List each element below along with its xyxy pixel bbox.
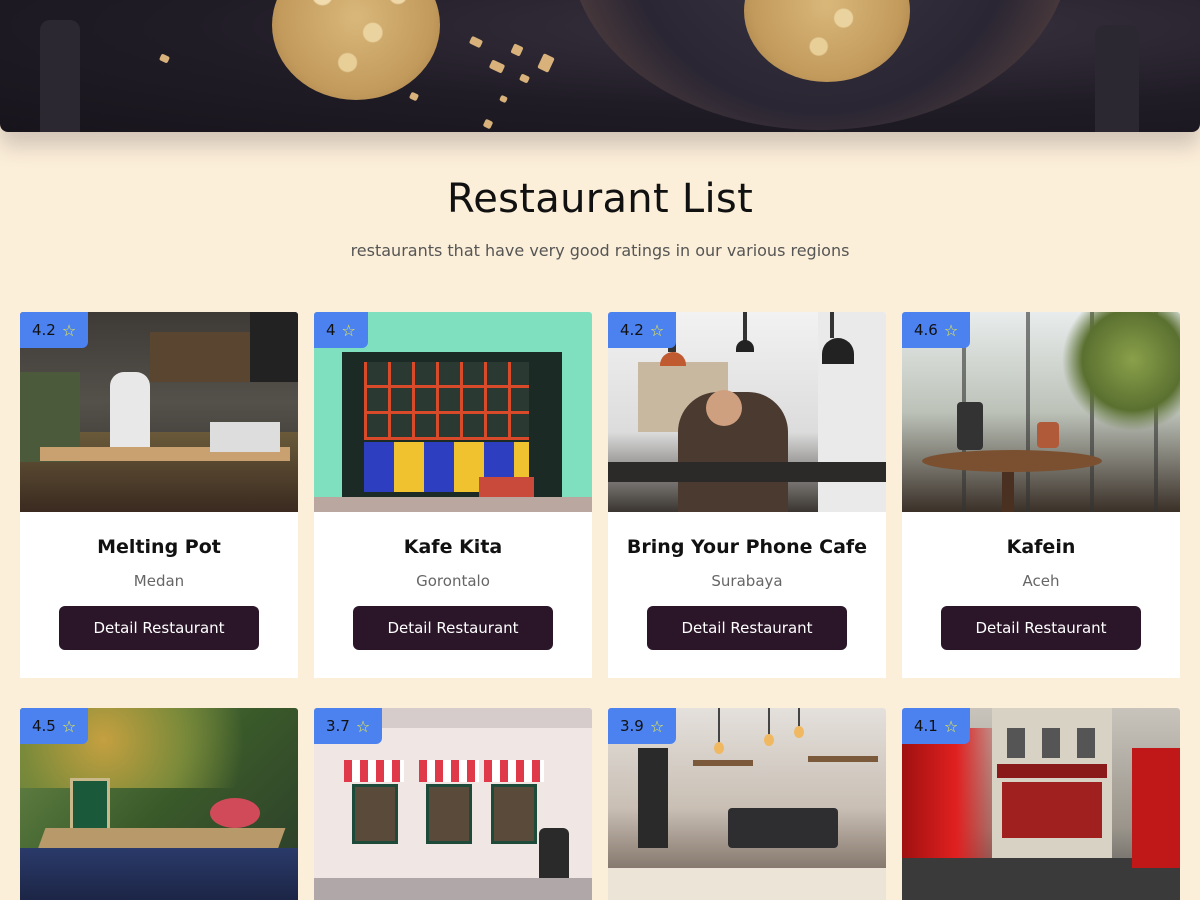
rating-value: 4.6 <box>914 321 938 339</box>
restaurant-image: 4.2 ☆ <box>20 312 298 512</box>
restaurant-card: 4.1 ☆ <box>902 708 1180 900</box>
restaurant-name: Melting Pot <box>97 536 221 558</box>
rating-value: 3.7 <box>326 717 350 735</box>
detail-restaurant-button[interactable]: Detail Restaurant <box>353 606 553 650</box>
rating-badge: 3.7 ☆ <box>314 708 383 744</box>
restaurant-image: 4.5 ☆ <box>20 708 298 900</box>
restaurant-card: 3.7 ☆ <box>314 708 592 900</box>
restaurant-card: 4.6 ☆ Kafein Aceh Detail Restaurant <box>902 312 1180 678</box>
rating-badge: 4.2 ☆ <box>20 312 89 348</box>
rating-badge: 4 ☆ <box>314 312 368 348</box>
rating-value: 4.2 <box>620 321 644 339</box>
detail-restaurant-button[interactable]: Detail Restaurant <box>647 606 847 650</box>
star-icon: ☆ <box>61 716 77 736</box>
star-icon: ☆ <box>61 320 77 340</box>
rating-badge: 3.9 ☆ <box>608 708 677 744</box>
restaurant-image: 4.1 ☆ <box>902 708 1180 900</box>
rating-value: 4 <box>326 321 336 339</box>
star-icon: ☆ <box>943 320 959 340</box>
restaurant-name: Kafe Kita <box>403 536 503 558</box>
star-icon: ☆ <box>341 320 356 340</box>
restaurant-city: Aceh <box>1022 572 1060 590</box>
rating-badge: 4.2 ☆ <box>608 312 677 348</box>
restaurant-image: 3.9 ☆ <box>608 708 886 900</box>
restaurant-card: 4.2 ☆ Melting Pot Medan Detail Restauran… <box>20 312 298 678</box>
hero-banner <box>0 0 1200 132</box>
restaurant-card: 4.2 ☆ Bring Your Phone Cafe Surabaya Det… <box>608 312 886 678</box>
restaurant-city: Surabaya <box>711 572 783 590</box>
page-subtitle: restaurants that have very good ratings … <box>350 241 850 260</box>
star-icon: ☆ <box>649 716 665 736</box>
restaurant-image: 4 ☆ <box>314 312 592 512</box>
restaurant-image: 4.6 ☆ <box>902 312 1180 512</box>
restaurant-name: Bring Your Phone Cafe <box>626 536 868 558</box>
restaurant-card: 4.5 ☆ <box>20 708 298 900</box>
restaurant-card: 3.9 ☆ <box>608 708 886 900</box>
restaurant-card: 4 ☆ Kafe Kita Gorontalo Detail Restauran… <box>314 312 592 678</box>
restaurant-city: Medan <box>133 572 185 590</box>
rating-value: 4.1 <box>914 717 938 735</box>
detail-restaurant-button[interactable]: Detail Restaurant <box>59 606 259 650</box>
restaurant-name: Kafein <box>1006 536 1076 558</box>
restaurant-image: 4.2 ☆ <box>608 312 886 512</box>
cookie-image <box>272 0 440 100</box>
detail-restaurant-button[interactable]: Detail Restaurant <box>941 606 1141 650</box>
rating-badge: 4.6 ☆ <box>902 312 971 348</box>
rating-badge: 4.5 ☆ <box>20 708 89 744</box>
star-icon: ☆ <box>355 716 371 736</box>
restaurant-image: 3.7 ☆ <box>314 708 592 900</box>
rating-value: 4.2 <box>32 321 56 339</box>
rating-value: 4.5 <box>32 717 56 735</box>
restaurant-grid: 4.2 ☆ Melting Pot Medan Detail Restauran… <box>20 312 1180 900</box>
rating-value: 3.9 <box>620 717 644 735</box>
star-icon: ☆ <box>943 716 959 736</box>
rating-badge: 4.1 ☆ <box>902 708 971 744</box>
page-title: Restaurant List <box>446 176 754 222</box>
restaurant-city: Gorontalo <box>416 572 490 590</box>
star-icon: ☆ <box>649 320 665 340</box>
